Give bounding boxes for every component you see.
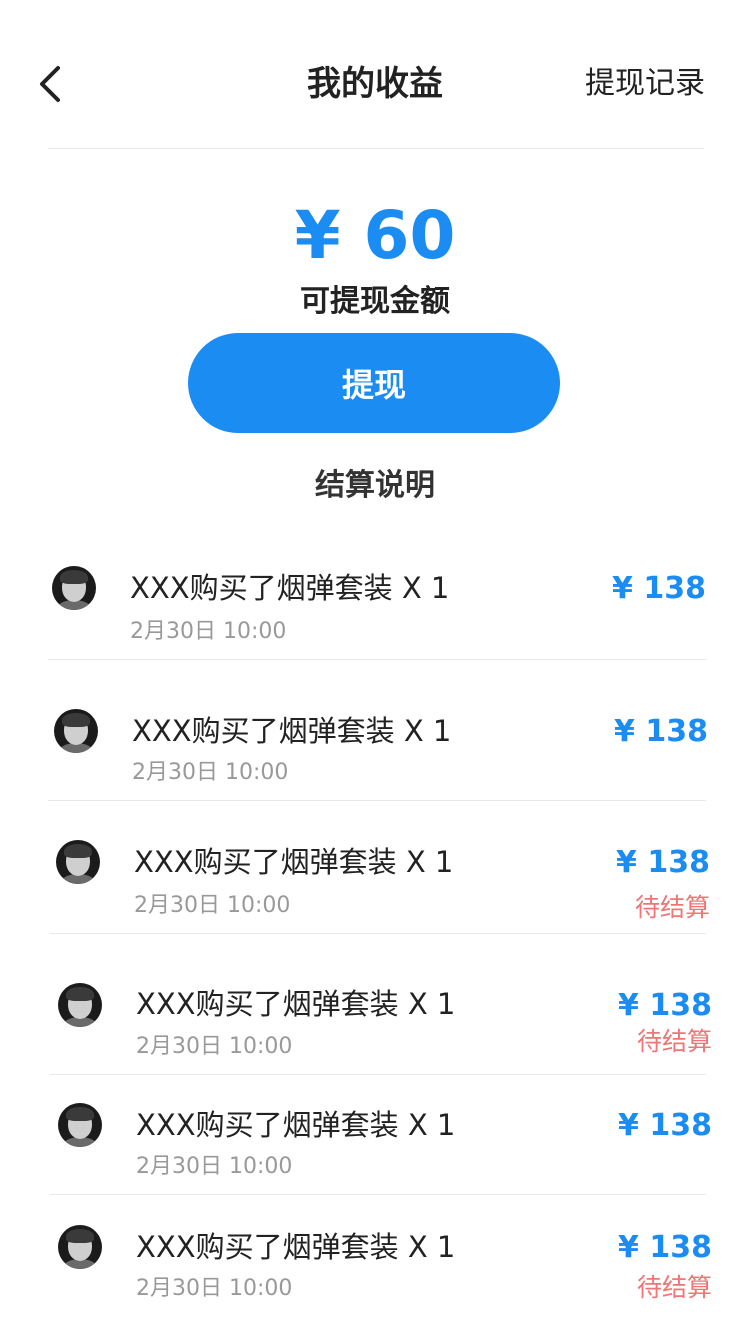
record-amount: ¥ 138 — [612, 571, 706, 606]
record-time: 2月30日 10:00 — [130, 619, 287, 644]
record-title: XXX购买了烟弹套装 X 1 — [136, 1230, 456, 1264]
record-divider — [50, 1074, 706, 1075]
record-time: 2月30日 10:00 — [136, 1034, 293, 1059]
record-divider — [50, 933, 706, 934]
record-time: 2月30日 10:00 — [132, 760, 289, 785]
withdrawable-balance: ¥ 60 — [294, 197, 456, 274]
avatar — [58, 983, 102, 1027]
record-divider — [48, 659, 706, 660]
record-time: 2月30日 10:00 — [136, 1154, 293, 1179]
record-title: XXX购买了烟弹套装 X 1 — [136, 1108, 456, 1142]
record-amount: ¥ 138 — [618, 988, 712, 1023]
avatar — [52, 566, 96, 610]
avatar — [58, 1225, 102, 1269]
record-title: XXX购买了烟弹套装 X 1 — [136, 987, 456, 1021]
withdrawable-balance-label: 可提现金额 — [300, 284, 450, 319]
record-status-badge: 待结算 — [636, 1273, 712, 1302]
record-status-badge: 待结算 — [636, 1027, 712, 1056]
record-amount: ¥ 138 — [616, 845, 710, 880]
record-amount: ¥ 138 — [618, 1108, 712, 1143]
record-amount: ¥ 138 — [614, 714, 708, 749]
record-time: 2月30日 10:00 — [134, 893, 291, 918]
record-title: XXX购买了烟弹套装 X 1 — [134, 845, 454, 879]
avatar — [58, 1103, 102, 1147]
withdraw-button[interactable]: 提现 — [188, 333, 560, 433]
record-status-badge: 待结算 — [634, 893, 710, 922]
record-time: 2月30日 10:00 — [136, 1276, 293, 1301]
record-title: XXX购买了烟弹套装 X 1 — [132, 714, 452, 748]
avatar — [56, 840, 100, 884]
record-divider — [48, 800, 706, 801]
header-divider — [48, 148, 704, 149]
settlement-explanation-link[interactable]: 结算说明 — [0, 464, 750, 508]
record-title: XXX购买了烟弹套装 X 1 — [130, 571, 450, 605]
top-nav-bar: 我的收益 提现记录 — [0, 0, 750, 150]
withdraw-history-link[interactable]: 提现记录 — [585, 64, 705, 104]
avatar — [54, 709, 98, 753]
record-divider — [50, 1194, 706, 1195]
record-amount: ¥ 138 — [618, 1230, 712, 1265]
